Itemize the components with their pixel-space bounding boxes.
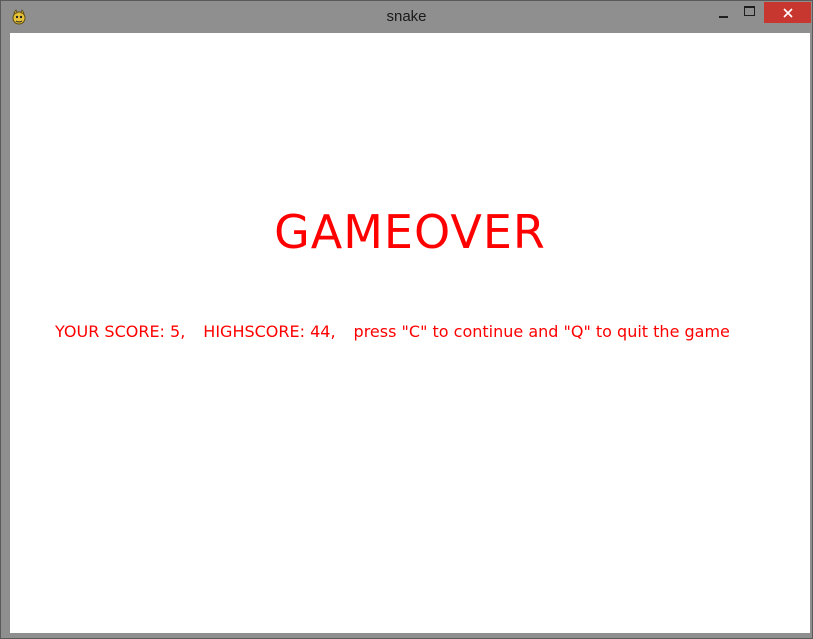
maximize-button[interactable]: [736, 2, 762, 23]
close-icon: [782, 3, 793, 22]
title-bar[interactable]: snake: [1, 1, 812, 33]
minimize-button[interactable]: [710, 2, 736, 23]
continue-quit-instructions: press "C" to continue and "Q" to quit th…: [353, 322, 730, 341]
maximize-icon: [743, 5, 755, 16]
score-status-line: YOUR SCORE: 5, HIGHSCORE: 44, press "C" to…: [55, 322, 730, 341]
your-score-text: YOUR SCORE: 5,: [55, 322, 186, 341]
close-button[interactable]: [764, 2, 811, 23]
gameover-heading: GAMEOVER: [274, 205, 546, 259]
window-title: snake: [386, 8, 427, 25]
game-canvas[interactable]: GAMEOVER YOUR SCORE: 5, HIGHSCORE: 44, pre…: [10, 33, 810, 633]
minimize-icon: [718, 15, 728, 18]
highscore-text: HIGHSCORE: 44,: [203, 322, 336, 341]
game-window: snake GAMEOVER YOUR SCORE: 5, HIGHSCORE: …: [0, 0, 813, 639]
